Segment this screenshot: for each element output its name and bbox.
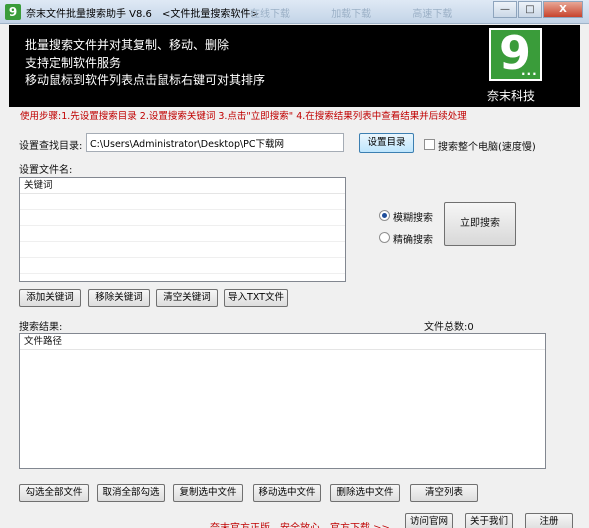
title-bar[interactable]: 9 奈末文件批量搜索助手 V8.6 <文件批量搜索软件> 在线下载 加载下载 高速… <box>0 0 589 24</box>
about-us-button[interactable]: 关于我们 <box>465 513 513 528</box>
results-list[interactable]: 文件路径 <box>19 333 546 469</box>
footer-slogan: 奈末官方正版、安全放心、官方下载 >> <box>210 519 390 528</box>
header-banner: 批量搜索文件并对其复制、移动、删除 支持定制软件服务 移动鼠标到软件列表点击鼠标… <box>9 25 580 107</box>
keyword-list[interactable]: 关键词 <box>19 177 346 282</box>
minimize-button[interactable]: — <box>493 1 517 18</box>
filename-label: 设置文件名: <box>19 165 73 176</box>
import-txt-button[interactable]: 导入TXT文件 <box>224 289 288 307</box>
search-dir-input[interactable] <box>86 133 344 152</box>
banner-line-2: 支持定制软件服务 <box>25 56 122 70</box>
ghost-tab: 在线下载 <box>250 9 290 20</box>
list-row <box>20 226 345 242</box>
app-logo-icon: 9 <box>5 4 21 20</box>
file-count-label: 文件总数: <box>424 322 468 333</box>
list-row <box>20 194 345 210</box>
delete-selected-button[interactable]: 删除选中文件 <box>330 484 400 502</box>
window-title-subtitle: <文件批量搜索软件> <box>161 9 259 20</box>
app-window: 9 奈末文件批量搜索助手 V8.6 <文件批量搜索软件> 在线下载 加载下载 高速… <box>0 0 589 528</box>
check-all-button[interactable]: 勾选全部文件 <box>19 484 89 502</box>
list-row <box>20 242 345 258</box>
close-button[interactable]: X <box>543 1 583 18</box>
window-controls: — □ X <box>492 1 583 18</box>
usage-steps: 使用步骤:1.先设置搜索目录 2.设置搜索关键词 3.点击"立即搜索" 4.在搜… <box>20 111 467 122</box>
background-ghost-tabs: 在线下载 加载下载 高速下载 <box>250 5 490 20</box>
window-title-main: 奈末文件批量搜索助手 V8.6 <box>26 9 152 20</box>
exact-search-label: 精确搜索 <box>393 235 433 246</box>
window-title: 奈末文件批量搜索助手 V8.6 <文件批量搜索软件> <box>26 5 259 20</box>
ghost-tab: 加载下载 <box>331 9 372 20</box>
remove-keyword-button[interactable]: 移除关键词 <box>88 289 150 307</box>
visit-site-button[interactable]: 访问官网 <box>405 513 453 528</box>
list-row <box>20 210 345 226</box>
banner-line-1: 批量搜索文件并对其复制、移动、删除 <box>25 38 230 52</box>
fuzzy-search-label: 模糊搜索 <box>393 213 433 224</box>
file-count: 文件总数:0 <box>424 318 474 333</box>
search-now-button[interactable]: 立即搜索 <box>444 202 516 246</box>
copy-selected-button[interactable]: 复制选中文件 <box>173 484 243 502</box>
search-whole-pc-checkbox[interactable] <box>424 139 435 150</box>
company-name: 奈末科技 <box>487 89 536 103</box>
fuzzy-search-radio[interactable] <box>379 210 390 221</box>
results-label: 搜索结果: <box>19 322 63 333</box>
uncheck-all-button[interactable]: 取消全部勾选 <box>97 484 165 502</box>
list-row <box>20 258 345 274</box>
banner-line-3: 移动鼠标到软件列表点击鼠标右键可对其排序 <box>25 73 266 87</box>
exact-search-radio[interactable] <box>379 232 390 243</box>
keyword-column-header[interactable]: 关键词 <box>20 178 345 194</box>
move-selected-button[interactable]: 移动选中文件 <box>253 484 321 502</box>
ghost-tab: 高速下载 <box>412 9 453 20</box>
add-keyword-button[interactable]: 添加关键词 <box>19 289 81 307</box>
register-button[interactable]: 注册 <box>525 513 573 528</box>
company-logo: 9 ... <box>489 26 542 81</box>
search-dir-label: 设置查找目录: <box>19 141 83 152</box>
file-path-column-header[interactable]: 文件路径 <box>20 334 545 350</box>
logo-dots: ... <box>521 64 538 78</box>
search-whole-pc-label: 搜索整个电脑(速度慢) <box>438 142 536 153</box>
set-directory-button[interactable]: 设置目录 <box>359 133 414 153</box>
clear-list-button[interactable]: 清空列表 <box>410 484 478 502</box>
maximize-button[interactable]: □ <box>518 1 542 18</box>
file-count-value: 0 <box>467 322 474 333</box>
clear-keywords-button[interactable]: 清空关键词 <box>156 289 218 307</box>
